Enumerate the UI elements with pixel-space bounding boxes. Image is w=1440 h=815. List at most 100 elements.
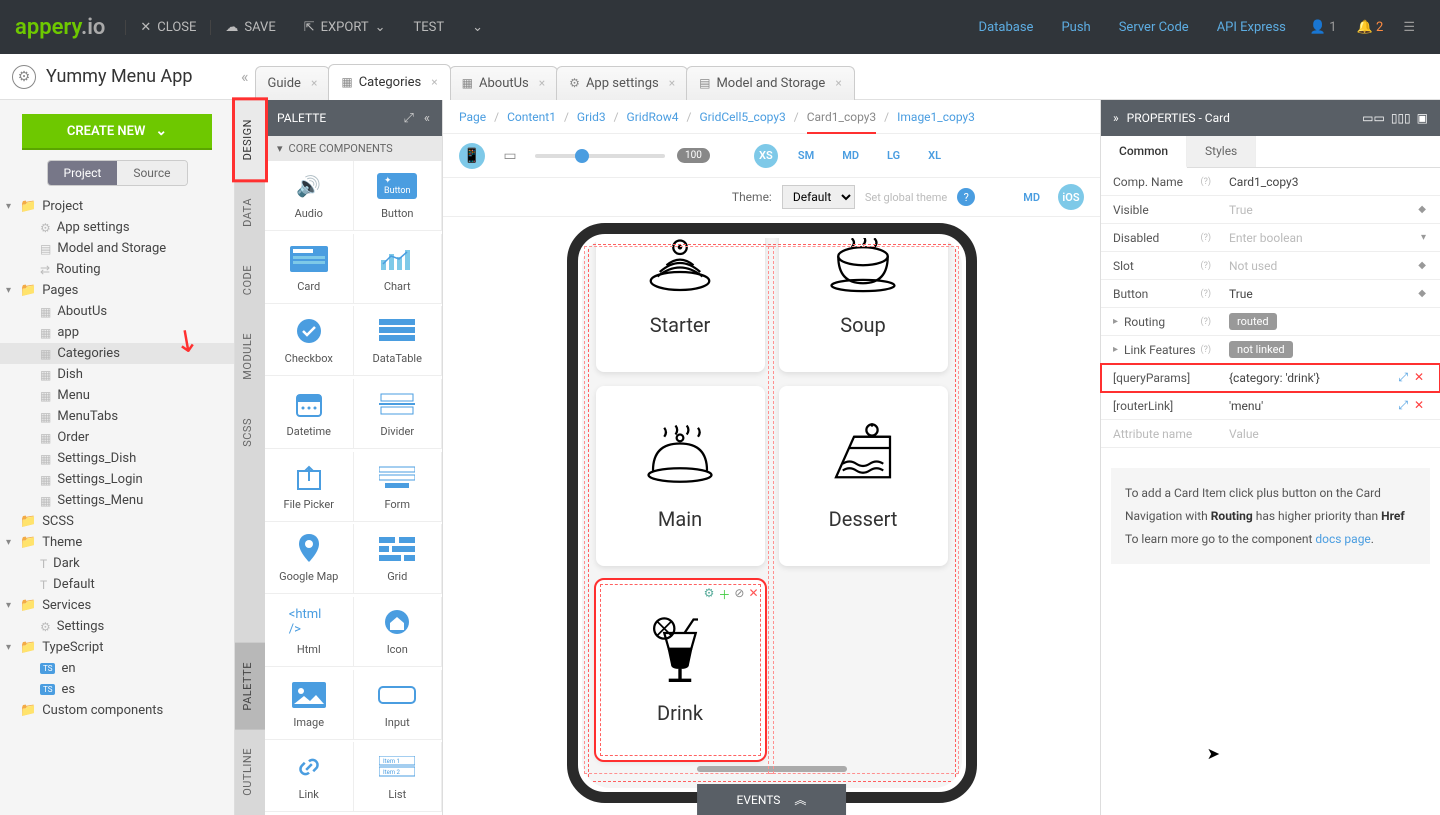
close-icon[interactable]: × <box>669 76 675 90</box>
comp-grid[interactable]: Grid <box>354 524 443 594</box>
prop-slot[interactable]: Slot(?)Not used◆ <box>1101 252 1440 280</box>
comp-audio[interactable]: 🔊Audio <box>265 161 354 231</box>
close-icon[interactable]: × <box>835 76 841 90</box>
tree-dish[interactable]: ▦Dish <box>0 364 234 385</box>
breakpoint-sm[interactable]: SM <box>790 145 822 166</box>
device-phone-icon[interactable]: 📱 <box>459 143 485 169</box>
tree-custom[interactable]: 📁Custom components <box>0 700 234 721</box>
toggle-source[interactable]: Source <box>117 161 186 185</box>
card-drink[interactable]: ⚙ ＋ ⊘ ✕ Drink <box>596 580 765 760</box>
comp-button[interactable]: ✦ ButtonButton <box>354 161 443 231</box>
nav-api-express[interactable]: API Express <box>1203 20 1300 35</box>
tree-settings-dish[interactable]: ▦Settings_Dish <box>0 448 234 469</box>
horizontal-scrollbar[interactable] <box>697 766 847 772</box>
tree-menu[interactable]: ▦Menu <box>0 385 234 406</box>
export-button[interactable]: ⇱EXPORT⌄ <box>290 20 400 35</box>
events-panel-toggle[interactable]: EVENTS︽ <box>697 784 847 815</box>
close-icon[interactable]: × <box>539 76 545 90</box>
close-button[interactable]: ✕CLOSE <box>125 20 211 35</box>
comp-image[interactable]: Image <box>265 670 354 740</box>
prop-comp-name[interactable]: Comp. Name(?)Card1_copy3 <box>1101 168 1440 196</box>
breadcrumb-item[interactable]: Content1 <box>507 110 556 124</box>
breadcrumb-item[interactable]: Page <box>459 110 486 124</box>
create-new-button[interactable]: CREATE NEW⌄ <box>22 114 212 148</box>
prop-router-link[interactable]: [routerLink]'menu'⤢✕ <box>1101 392 1440 420</box>
delete-icon[interactable]: ✕ <box>1414 398 1424 413</box>
card-main[interactable]: Main <box>596 386 765 566</box>
comp-datetime[interactable]: Datetime <box>265 379 354 449</box>
breadcrumb-item-current[interactable]: Card1_copy3 <box>807 110 876 134</box>
side-tab-data[interactable]: DATA <box>235 179 265 246</box>
tree-scss[interactable]: 📁SCSS <box>0 511 234 532</box>
tree-aboutus[interactable]: ▦AboutUs <box>0 301 234 322</box>
breakpoint-lg[interactable]: LG <box>879 145 908 166</box>
comp-divider[interactable]: Divider <box>354 379 443 449</box>
expand-icon[interactable]: ⤢ <box>1398 398 1408 413</box>
theme-select[interactable]: Default <box>782 185 855 209</box>
comp-googlemap[interactable]: Google Map <box>265 524 354 594</box>
tree-services[interactable]: ▾📁Services <box>0 595 234 616</box>
docs-link[interactable]: docs page <box>1315 532 1370 546</box>
breadcrumb-item[interactable]: GridRow4 <box>627 110 679 124</box>
comp-card[interactable]: Card <box>265 234 354 304</box>
save-button[interactable]: ☁SAVE <box>211 20 289 35</box>
breakpoint-xs[interactable]: XS <box>754 144 778 168</box>
prop-link-features[interactable]: ▸Link Features(?)not linked <box>1101 336 1440 364</box>
layout-icon[interactable]: ▣ <box>1417 111 1428 125</box>
tree-typescript[interactable]: ▾📁TypeScript <box>0 637 234 658</box>
tab-app-settings[interactable]: ⚙App settings× <box>556 66 688 100</box>
tree-default[interactable]: TDefault <box>0 574 234 595</box>
comp-list[interactable]: Item 1Item 2List <box>354 742 443 812</box>
project-source-toggle[interactable]: Project Source <box>47 160 188 186</box>
card-starter[interactable]: Starter <box>596 238 765 372</box>
prop-button[interactable]: Button(?)True◆ <box>1101 280 1440 308</box>
tree-categories[interactable]: ▦Categories↘ <box>0 343 234 364</box>
tree-en[interactable]: TSen <box>0 658 234 679</box>
platform-ios[interactable]: iOS <box>1058 184 1084 210</box>
comp-link[interactable]: Link <box>265 742 354 812</box>
set-global-theme[interactable]: Set global theme <box>865 191 947 204</box>
breadcrumb-item[interactable]: GridCell5_copy3 <box>699 110 785 124</box>
delete-icon[interactable]: ✕ <box>1414 370 1424 385</box>
tab-model-storage[interactable]: ▤Model and Storage× <box>686 66 855 100</box>
close-icon[interactable]: ✕ <box>748 586 758 603</box>
tab-categories[interactable]: ▦Categories× <box>328 64 450 100</box>
prop-routing[interactable]: ▸Routing(?)routed <box>1101 308 1440 336</box>
collapse-icon[interactable]: « <box>424 111 430 126</box>
expand-icon[interactable]: ⤢ <box>1398 370 1408 385</box>
prop-query-params[interactable]: [queryParams]{category: 'drink'}⤢✕ <box>1101 364 1440 392</box>
tab-guide[interactable]: Guide× <box>255 66 331 100</box>
close-icon[interactable]: × <box>431 75 437 89</box>
tree-settings-menu[interactable]: ▦Settings_Menu <box>0 490 234 511</box>
gear-icon[interactable]: ⚙ <box>704 586 715 603</box>
expand-icon[interactable]: ⤢ <box>403 111 413 126</box>
breakpoint-md[interactable]: MD <box>834 145 867 166</box>
layout-icon[interactable]: ▯▯▯ <box>1391 111 1411 125</box>
tree-project[interactable]: ▾📁Project <box>0 196 234 217</box>
palette-section[interactable]: ▾CORE COMPONENTS <box>265 136 442 161</box>
toggle-project[interactable]: Project <box>48 161 118 185</box>
chevron-right-icon[interactable]: » <box>1113 111 1119 125</box>
prop-disabled[interactable]: Disabled(?)Enter boolean▾ <box>1101 224 1440 252</box>
plus-icon[interactable]: ＋ <box>718 586 730 603</box>
tree-settings[interactable]: ⚙Settings <box>0 616 234 637</box>
side-tab-design[interactable]: DESIGN <box>235 100 265 179</box>
prop-attribute-name[interactable]: Attribute nameValue <box>1101 420 1440 448</box>
breadcrumb-item[interactable]: Grid3 <box>577 110 606 124</box>
block-icon[interactable]: ⊘ <box>734 586 744 603</box>
gear-icon[interactable]: ⚙ <box>12 65 36 89</box>
tree-settings-login[interactable]: ▦Settings_Login <box>0 469 234 490</box>
card-soup[interactable]: Soup <box>779 238 948 372</box>
side-tab-code[interactable]: CODE <box>235 246 265 314</box>
close-icon[interactable]: × <box>311 76 317 90</box>
zoom-slider[interactable] <box>535 154 665 158</box>
device-tablet-icon[interactable]: ▭ <box>497 143 523 169</box>
comp-datatable[interactable]: DataTable <box>354 306 443 376</box>
tree-model-storage[interactable]: ▤Model and Storage <box>0 238 234 259</box>
card-dessert[interactable]: Dessert <box>779 386 948 566</box>
comp-chart[interactable]: Chart <box>354 234 443 304</box>
test-dropdown[interactable]: ⌄ <box>458 20 497 35</box>
bell-icon[interactable]: 🔔 2 <box>1347 20 1394 35</box>
props-tab-styles[interactable]: Styles <box>1187 136 1256 167</box>
platform-md[interactable]: MD <box>1015 187 1048 208</box>
